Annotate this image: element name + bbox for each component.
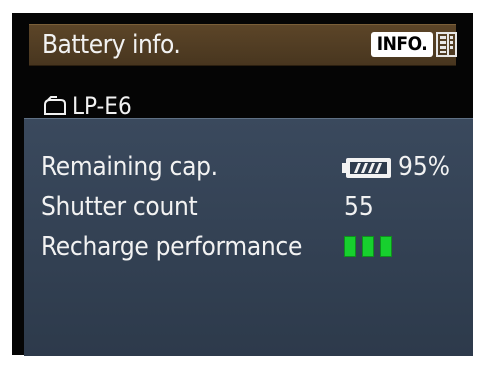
grid-icon[interactable] (436, 32, 457, 57)
battery-model-label: LP-E6 (72, 92, 132, 120)
recharge-performance-label: Recharge performance (41, 232, 303, 262)
info-button[interactable]: INFO. (371, 32, 433, 57)
battery-model: LP-E6 (42, 91, 132, 121)
camera-screen: Battery info. INFO. LP-E6 Remaining cap.… (12, 13, 473, 356)
battery-level-icon (342, 158, 391, 178)
recharge-performance-bars (344, 236, 392, 257)
shutter-count-label: Shutter count (41, 192, 198, 222)
performance-bar (380, 236, 392, 257)
header-bar: Battery info. INFO. (29, 24, 457, 66)
performance-bar (362, 236, 374, 257)
shutter-count-value: 55 (344, 192, 374, 222)
remaining-cap-label: Remaining cap. (41, 152, 218, 182)
screen-title: Battery info. (42, 30, 181, 60)
performance-bar (344, 236, 356, 257)
battery-info-panel: Remaining cap. 95% Shutter count 55 Rech… (24, 118, 473, 356)
battery-outline-icon (44, 96, 66, 115)
remaining-cap-value: 95% (398, 152, 450, 182)
